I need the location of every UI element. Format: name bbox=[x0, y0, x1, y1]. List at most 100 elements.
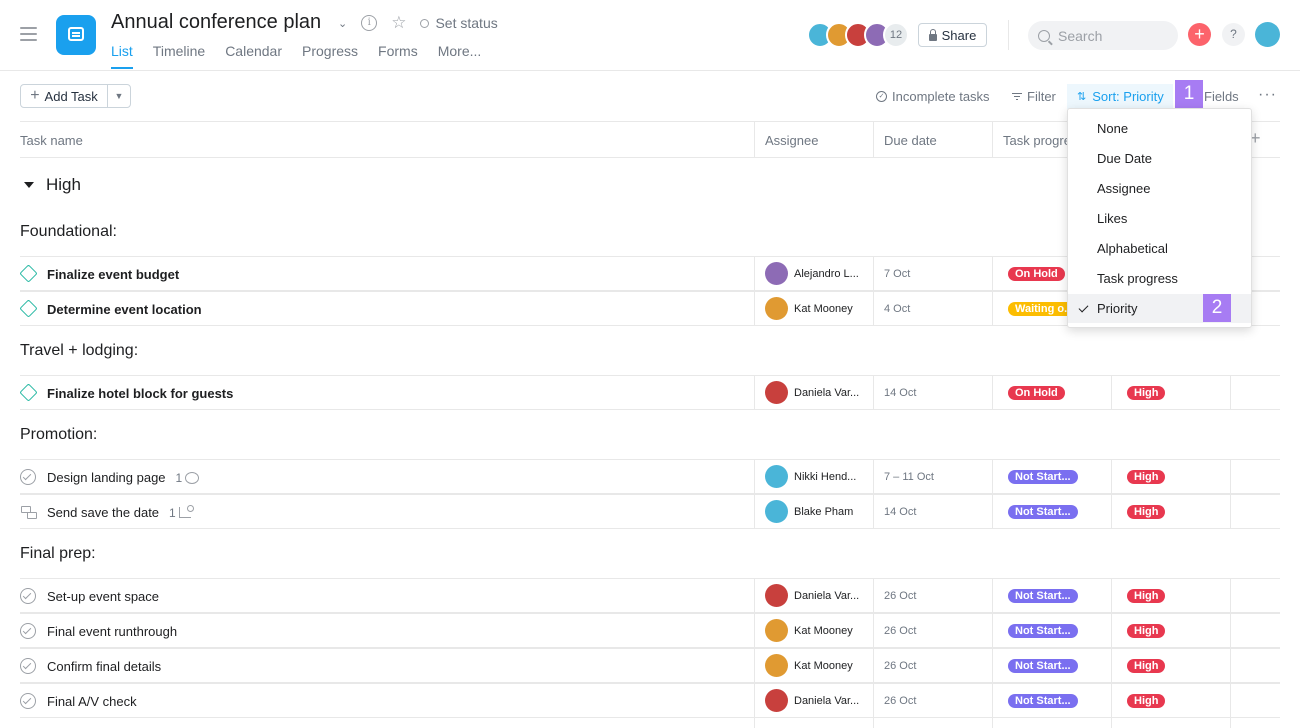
assignee-name: Nikki Hend... bbox=[794, 470, 857, 483]
task-name[interactable]: Determine event location bbox=[47, 302, 202, 317]
complete-checkbox-icon[interactable] bbox=[20, 658, 36, 674]
filter-button[interactable]: Filter bbox=[1012, 89, 1056, 104]
search-input[interactable]: Search bbox=[1028, 21, 1178, 50]
due-date[interactable]: 4 Oct bbox=[884, 303, 910, 315]
complete-checkbox-icon[interactable] bbox=[20, 469, 36, 485]
caret-down-icon[interactable] bbox=[24, 182, 34, 188]
task-name[interactable]: Final event runthrough bbox=[47, 624, 177, 639]
status-badge[interactable]: Not Start... bbox=[1008, 694, 1078, 708]
user-avatar[interactable] bbox=[1255, 22, 1280, 47]
comment-count[interactable]: 1 bbox=[176, 471, 200, 485]
status-badge[interactable]: On Hold bbox=[1008, 267, 1065, 281]
avatar bbox=[765, 689, 788, 712]
assignee-cell[interactable]: Blake Pham bbox=[765, 500, 853, 523]
assignee-cell[interactable]: Kat Mooney bbox=[765, 619, 853, 642]
table-row[interactable]: Send save the date 1 Blake Pham 14 Oct N… bbox=[20, 494, 1280, 529]
due-date[interactable]: 26 Oct bbox=[884, 590, 916, 602]
column-task-progress[interactable]: Task progre bbox=[1003, 133, 1071, 148]
task-name[interactable]: Finalize hotel block for guests bbox=[47, 386, 233, 401]
assignee-cell[interactable]: Kat Mooney bbox=[765, 297, 853, 320]
priority-badge[interactable]: High bbox=[1127, 694, 1166, 708]
task-name[interactable]: Confirm final details bbox=[47, 659, 161, 674]
status-badge[interactable]: Not Start... bbox=[1008, 624, 1078, 638]
priority-badge[interactable]: High bbox=[1127, 624, 1166, 638]
priority-badge[interactable]: High bbox=[1127, 470, 1166, 484]
chevron-down-icon[interactable]: ⌄ bbox=[338, 17, 347, 30]
table-row[interactable]: Final event runthrough Kat Mooney 26 Oct… bbox=[20, 613, 1280, 648]
subtask-count[interactable]: 1 bbox=[169, 505, 194, 520]
status-badge[interactable]: Not Start... bbox=[1008, 470, 1078, 484]
milestone-icon[interactable] bbox=[19, 383, 38, 402]
project-members[interactable]: 12 bbox=[807, 22, 909, 48]
tab-timeline[interactable]: Timeline bbox=[153, 43, 205, 69]
assignee-cell[interactable]: Alejandro L... bbox=[765, 262, 859, 285]
add-task-button[interactable]: + Add Task bbox=[21, 85, 108, 107]
tab-more[interactable]: More... bbox=[438, 43, 482, 69]
help-button[interactable]: ? bbox=[1222, 23, 1245, 46]
tab-list[interactable]: List bbox=[111, 43, 133, 69]
tab-forms[interactable]: Forms bbox=[378, 43, 418, 69]
status-badge[interactable]: On Hold bbox=[1008, 386, 1065, 400]
priority-badge[interactable]: High bbox=[1127, 386, 1166, 400]
complete-checkbox-icon[interactable] bbox=[20, 588, 36, 604]
tab-calendar[interactable]: Calendar bbox=[225, 43, 282, 69]
add-task-dropdown[interactable]: ▼ bbox=[108, 85, 130, 107]
set-status-button[interactable]: Set status bbox=[420, 15, 498, 31]
sort-option-none[interactable]: None bbox=[1068, 114, 1251, 143]
due-date[interactable]: 26 Oct bbox=[884, 660, 916, 672]
table-row[interactable]: Design landing page 1 Nikki Hend... 7 – … bbox=[20, 459, 1280, 494]
column-divider bbox=[1111, 459, 1112, 529]
task-name[interactable]: Send save the date 1 bbox=[47, 505, 194, 520]
due-date[interactable]: 14 Oct bbox=[884, 506, 916, 518]
status-badge[interactable]: Not Start... bbox=[1008, 659, 1078, 673]
table-row[interactable]: Confirm final details Kat Mooney 26 Oct … bbox=[20, 648, 1280, 683]
status-badge[interactable]: Not Start... bbox=[1008, 505, 1078, 519]
priority-group-high[interactable]: High bbox=[20, 175, 81, 195]
share-button[interactable]: Share bbox=[918, 23, 987, 47]
more-options-icon[interactable]: ··· bbox=[1258, 86, 1277, 104]
assignee-cell[interactable]: Daniela Var... bbox=[765, 584, 859, 607]
milestone-icon[interactable] bbox=[19, 264, 38, 283]
assignee-cell[interactable]: Kat Mooney bbox=[765, 654, 853, 677]
quick-add-button[interactable]: + bbox=[1188, 23, 1211, 46]
due-date[interactable]: 7 – 11 Oct bbox=[884, 471, 934, 483]
priority-badge[interactable]: High bbox=[1127, 589, 1166, 603]
subtask-icon[interactable] bbox=[21, 506, 37, 519]
sidebar-menu-icon[interactable] bbox=[20, 27, 37, 41]
sort-option-assignee[interactable]: Assignee bbox=[1068, 174, 1251, 203]
sort-button[interactable]: ⇅ Sort: Priority bbox=[1067, 84, 1173, 109]
task-name[interactable]: Final A/V check bbox=[47, 694, 137, 709]
column-due-date[interactable]: Due date bbox=[884, 133, 937, 148]
info-icon[interactable]: i bbox=[361, 15, 378, 31]
table-row[interactable]: Set-up event space Daniela Var... 26 Oct… bbox=[20, 578, 1280, 613]
sort-option-task-progress[interactable]: Task progress bbox=[1068, 264, 1251, 293]
share-label: Share bbox=[941, 27, 977, 43]
assignee-cell[interactable]: Daniela Var... bbox=[765, 689, 859, 712]
task-name[interactable]: Set-up event space bbox=[47, 589, 159, 604]
due-date[interactable]: 14 Oct bbox=[884, 387, 916, 399]
due-date[interactable]: 26 Oct bbox=[884, 695, 916, 707]
priority-badge[interactable]: High bbox=[1127, 659, 1166, 673]
assignee-cell[interactable]: Nikki Hend... bbox=[765, 465, 856, 488]
status-badge[interactable]: Not Start... bbox=[1008, 589, 1078, 603]
fields-button[interactable]: Fields bbox=[1204, 89, 1239, 104]
milestone-icon[interactable] bbox=[19, 299, 38, 318]
tab-progress[interactable]: Progress bbox=[302, 43, 358, 69]
task-name[interactable]: Finalize event budget bbox=[47, 267, 179, 282]
incomplete-tasks-button[interactable]: ✓ Incomplete tasks bbox=[876, 89, 990, 104]
sort-option-likes[interactable]: Likes bbox=[1068, 204, 1251, 233]
sort-option-alphabetical[interactable]: Alphabetical bbox=[1068, 234, 1251, 263]
complete-checkbox-icon[interactable] bbox=[20, 623, 36, 639]
priority-badge[interactable]: High bbox=[1127, 505, 1166, 519]
column-assignee[interactable]: Assignee bbox=[765, 133, 818, 148]
sort-option-due-date[interactable]: Due Date bbox=[1068, 144, 1251, 173]
complete-checkbox-icon[interactable] bbox=[20, 693, 36, 709]
star-icon[interactable]: ☆ bbox=[391, 13, 406, 33]
due-date[interactable]: 26 Oct bbox=[884, 625, 916, 637]
due-date[interactable]: 7 Oct bbox=[884, 268, 910, 280]
table-row[interactable]: Final A/V check Daniela Var... 26 Oct No… bbox=[20, 683, 1280, 718]
column-task-name[interactable]: Task name bbox=[20, 133, 83, 148]
assignee-cell[interactable]: Daniela Var... bbox=[765, 381, 859, 404]
task-name[interactable]: Design landing page 1 bbox=[47, 470, 200, 485]
table-row[interactable]: Finalize hotel block for guests Daniela … bbox=[19, 375, 1280, 410]
